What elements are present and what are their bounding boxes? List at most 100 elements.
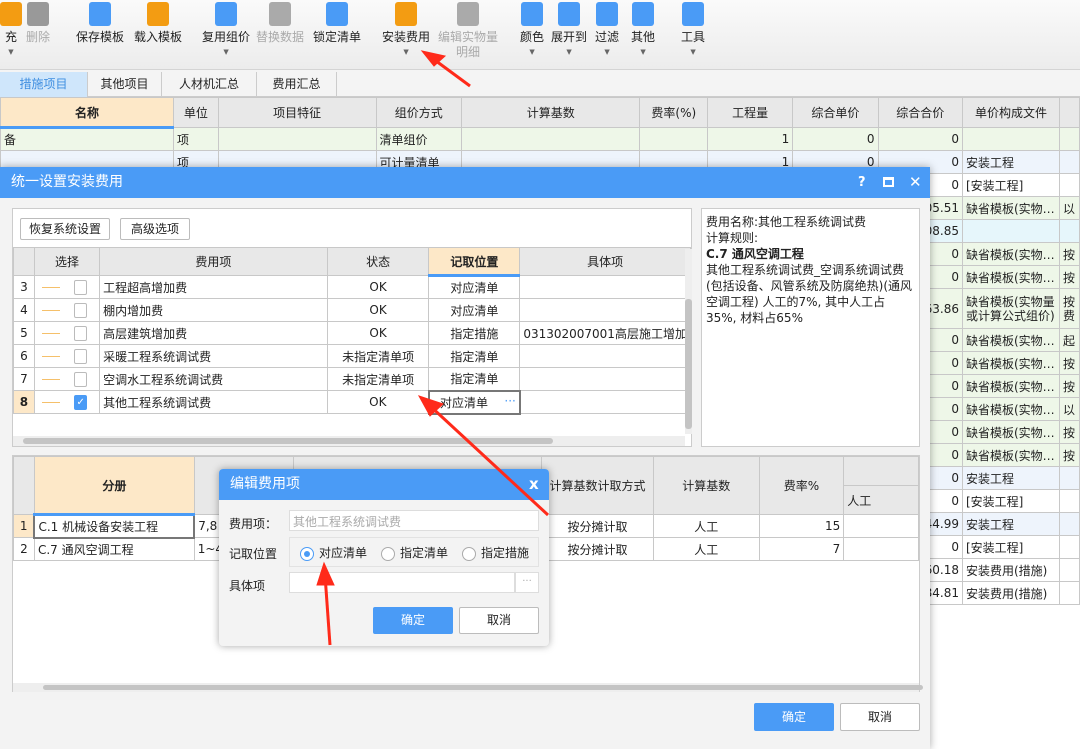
toolbar-button-10[interactable]: 展开到 ▼	[551, 2, 587, 60]
toolbar-button-1[interactable]: 删除	[26, 2, 50, 45]
column-header[interactable]: 选择	[33, 247, 101, 276]
edit-cancel-button[interactable]: 取消	[459, 607, 539, 634]
chevron-down-icon[interactable]: ▼	[202, 45, 250, 60]
edit-ok-button[interactable]: 确定	[373, 607, 453, 634]
chevron-down-icon[interactable]: ▼	[0, 45, 22, 60]
position-cell[interactable]: 指定清单	[428, 367, 521, 391]
help-icon[interactable]: ?	[858, 167, 866, 198]
table-cell	[1058, 558, 1080, 582]
checkbox[interactable]	[74, 279, 88, 295]
column-header[interactable]: 费率(%)	[639, 97, 709, 128]
column-header[interactable]: 记取位置	[428, 247, 521, 277]
column-header[interactable]	[1058, 97, 1080, 128]
column-header[interactable]: 单价构成文件	[961, 97, 1060, 128]
tab-1[interactable]: 其他项目	[88, 72, 162, 97]
toolbar-button-0[interactable]: 充 ▼	[0, 2, 22, 60]
toolbar-button-8[interactable]: 编辑实物量明细	[436, 2, 500, 60]
position-cell[interactable]: 对应清单	[428, 298, 521, 322]
column-header[interactable]: 名称	[0, 97, 174, 129]
position-cell[interactable]: 指定清单	[428, 344, 521, 368]
column-header[interactable]: 组价方式	[375, 97, 463, 128]
checkbox[interactable]	[74, 302, 88, 318]
position-cell[interactable]: 对应清单	[428, 275, 521, 299]
info-body: 其他工程系统调试费_空调系统调试费(包括设备、风管系统及防腐绝热)(通风空调工程…	[706, 263, 913, 325]
chevron-down-icon[interactable]: ▼	[551, 45, 587, 60]
column-header[interactable]: 综合单价	[792, 97, 879, 128]
chevron-down-icon[interactable]: ▼	[681, 45, 705, 60]
select-cell	[33, 275, 101, 299]
dialog-cancel-button[interactable]: 取消	[840, 703, 920, 731]
close-icon[interactable]: x	[529, 469, 539, 500]
column-header[interactable]	[13, 247, 35, 276]
tab-0[interactable]: 措施项目	[0, 72, 88, 97]
base: 人工	[653, 514, 760, 538]
toolbar-button-4[interactable]: 复用组价 ▼	[202, 2, 250, 60]
fee-row[interactable]: 3 工程超高增加费 OK 对应清单	[13, 275, 691, 299]
table-cell	[1058, 466, 1080, 490]
column-header[interactable]: 项目特征	[217, 97, 377, 128]
specific-item-input[interactable]	[289, 572, 515, 593]
book-name: C.7 通风空调工程	[33, 537, 195, 561]
column-header[interactable]: 费率%	[758, 456, 845, 515]
radio-icon[interactable]	[381, 546, 396, 561]
fee-item-input[interactable]: 其他工程系统调试费	[289, 510, 539, 531]
restore-defaults-button[interactable]: 恢复系统设置	[20, 218, 110, 240]
chevron-down-icon[interactable]: ▼	[520, 45, 544, 60]
radio-icon[interactable]	[462, 546, 477, 561]
more-icon[interactable]: ···	[504, 394, 515, 408]
chevron-down-icon[interactable]: ▼	[595, 45, 619, 60]
position-cell[interactable]: 对应清单 ···	[427, 389, 521, 415]
horizontal-scrollbar[interactable]	[13, 683, 923, 692]
column-header[interactable]: 分册	[33, 456, 195, 516]
toolbar-button-5[interactable]: 替换数据	[256, 2, 304, 45]
toolbar-button-6[interactable]: 锁定清单	[313, 2, 361, 45]
checkbox[interactable]	[74, 371, 88, 387]
radio-option-2[interactable]: 指定措施	[462, 546, 529, 561]
browse-button[interactable]: ...	[515, 572, 539, 593]
checkbox[interactable]: ✓	[74, 394, 88, 410]
toolbar-button-12[interactable]: 其他 ▼	[631, 2, 655, 60]
close-icon[interactable]: ✕	[909, 167, 922, 198]
column-header[interactable]: 计算基数	[461, 97, 641, 128]
select-cell: ✓	[33, 390, 101, 414]
table-row[interactable]: 备项清单组价 1 0 0	[0, 127, 1080, 151]
column-header[interactable]: 费用项	[99, 247, 328, 276]
maximize-icon[interactable]	[883, 177, 894, 187]
horizontal-scrollbar[interactable]	[13, 436, 685, 446]
advanced-options-button[interactable]: 高级选项	[120, 218, 190, 240]
fee-row[interactable]: 8 ✓ 其他工程系统调试费 OK 对应清单 ···	[13, 389, 691, 415]
fee-row[interactable]: 5 高层建筑增加费 OK 指定措施 031302007001高层施工增加	[13, 321, 691, 345]
chevron-down-icon[interactable]: ▼	[382, 45, 430, 60]
tab-2[interactable]: 人材机汇总	[162, 72, 257, 97]
checkbox[interactable]	[74, 348, 88, 364]
tab-3[interactable]: 费用汇总	[257, 72, 337, 97]
column-header[interactable]	[13, 456, 35, 515]
chevron-down-icon[interactable]: ▼	[631, 45, 655, 60]
fee-row[interactable]: 7 空调水工程系统调试费 未指定清单项 指定清单	[13, 367, 691, 391]
column-header[interactable]: 综合合价	[877, 97, 963, 128]
toolbar-button-7[interactable]: 安装费用 ▼	[382, 2, 430, 60]
toolbar-button-13[interactable]: 工具 ▼	[681, 2, 705, 60]
column-header[interactable]: 状态	[326, 247, 430, 276]
dialog-ok-button[interactable]: 确定	[754, 703, 834, 731]
sub-column-header[interactable]: 人工	[843, 485, 919, 515]
column-header[interactable]: 计算基数计取方式	[541, 456, 654, 515]
radio-option-1[interactable]: 指定清单	[381, 546, 448, 561]
vertical-scrollbar[interactable]	[685, 249, 692, 434]
toolbar-button-11[interactable]: 过滤 ▼	[595, 2, 619, 60]
checkbox[interactable]	[74, 325, 88, 341]
toolbar-button-9[interactable]: 颜色 ▼	[520, 2, 544, 60]
radio-option-0[interactable]: 对应清单	[300, 546, 367, 561]
column-header[interactable]: 计算基数	[653, 456, 760, 515]
fee-row[interactable]: 6 采暖工程系统调试费 未指定清单项 指定清单	[13, 344, 691, 368]
column-header[interactable]	[843, 456, 919, 486]
toolbar-button-2[interactable]: 保存模板	[76, 2, 124, 45]
toolbar-button-3[interactable]: 载入模板	[134, 2, 182, 45]
fee-row[interactable]: 4 棚内增加费 OK 对应清单	[13, 298, 691, 322]
column-header[interactable]: 工程量	[707, 97, 794, 128]
position-cell[interactable]: 指定措施	[428, 321, 521, 345]
column-header[interactable]: 单位	[172, 97, 219, 128]
radio-icon[interactable]	[300, 546, 314, 561]
column-header[interactable]: 具体项	[519, 247, 691, 276]
row-number: 1	[13, 514, 35, 538]
